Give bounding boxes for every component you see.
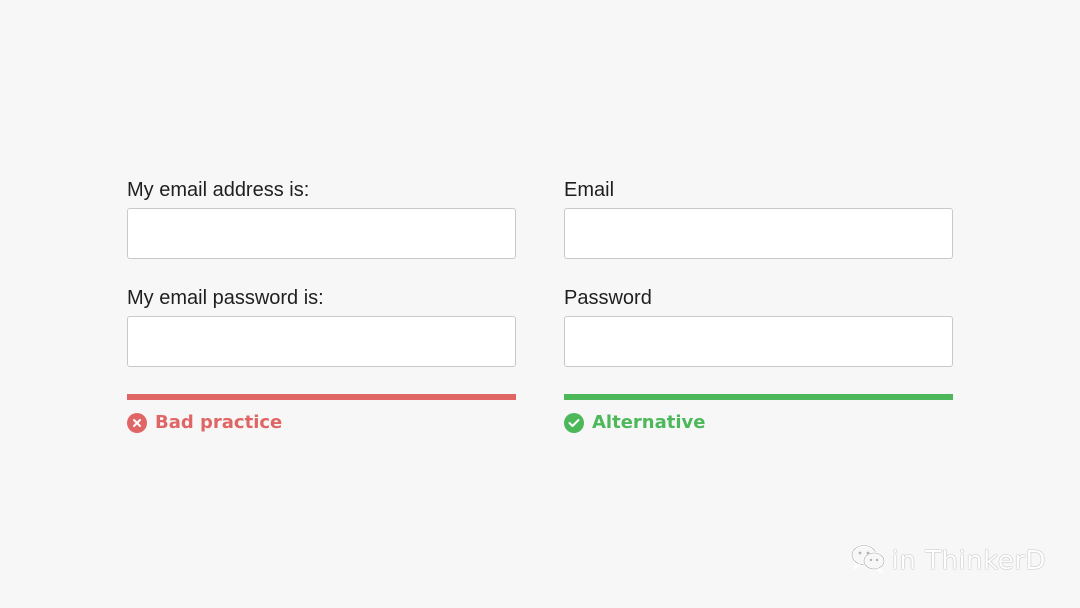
good-password-field-group: Password — [564, 286, 953, 367]
bad-practice-form: My email address is: My email password i… — [127, 178, 516, 434]
alternative-bar — [564, 394, 953, 400]
check-circle-icon — [564, 413, 584, 433]
bad-practice-bar — [127, 394, 516, 400]
good-email-label: Email — [564, 179, 615, 201]
bad-password-label: My email password is: — [127, 287, 324, 309]
good-email-input[interactable] — [564, 208, 953, 259]
bad-password-input[interactable] — [127, 316, 516, 367]
bad-password-field-group: My email password is: — [127, 286, 516, 367]
alternative-status: Alternative — [564, 412, 953, 434]
good-email-field-group: Email — [564, 178, 953, 259]
watermark: in ThinkerD — [850, 543, 1046, 578]
alternative-label: Alternative — [592, 412, 706, 433]
bad-practice-label: Bad practice — [155, 412, 283, 433]
wechat-icon — [850, 543, 886, 578]
bad-email-label: My email address is: — [127, 179, 310, 201]
bad-email-input[interactable] — [127, 208, 516, 259]
bad-email-field-group: My email address is: — [127, 178, 516, 259]
good-password-input[interactable] — [564, 316, 953, 367]
bad-practice-status: Bad practice — [127, 412, 516, 434]
alternative-form: Email Password Alternative — [564, 178, 953, 434]
x-circle-icon — [127, 413, 147, 433]
good-password-label: Password — [564, 287, 652, 309]
watermark-text: in ThinkerD — [891, 545, 1046, 576]
